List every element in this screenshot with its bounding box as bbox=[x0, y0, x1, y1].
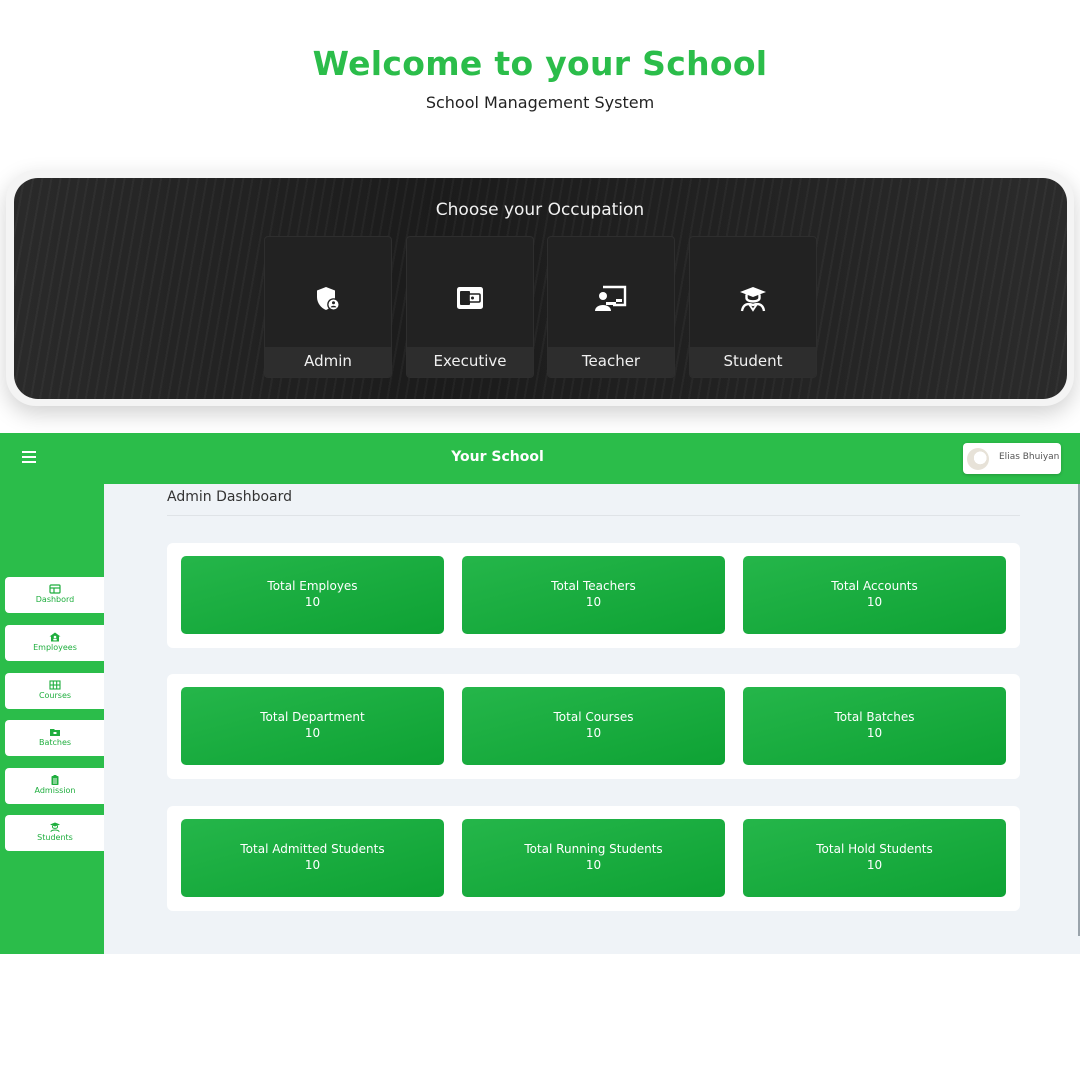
shield-user-icon bbox=[265, 284, 391, 314]
admission-clipboard-icon bbox=[51, 775, 59, 785]
stat-value: 10 bbox=[866, 858, 883, 872]
user-name: Elias Bhuiyan bbox=[999, 452, 1060, 462]
avatar bbox=[967, 448, 989, 470]
dashboard-icon bbox=[49, 584, 61, 594]
occupation-card-teacher[interactable]: Teacher bbox=[547, 236, 675, 378]
graduate-icon bbox=[690, 284, 816, 314]
students-cap-icon bbox=[50, 822, 60, 832]
occupation-card-admin[interactable]: Admin bbox=[264, 236, 392, 378]
hero-title: Welcome to your School bbox=[312, 44, 768, 83]
user-profile-button[interactable]: Elias Bhuiyan bbox=[963, 443, 1061, 474]
stat-card-teachers[interactable]: Total Teachers 10 bbox=[462, 556, 725, 634]
title-divider bbox=[167, 515, 1020, 516]
stat-card-courses[interactable]: Total Courses 10 bbox=[462, 687, 725, 765]
wallet-icon bbox=[407, 284, 533, 314]
stat-label: Total Teachers bbox=[551, 579, 636, 593]
sidebar-item-label: Courses bbox=[38, 691, 72, 700]
courses-grid-icon bbox=[49, 680, 61, 690]
occupation-title: Choose your Occupation bbox=[435, 200, 645, 220]
sidebar-item-courses[interactable]: Courses bbox=[5, 673, 108, 709]
occupation-label: Teacher bbox=[548, 347, 674, 377]
occupation-label: Admin bbox=[265, 347, 391, 377]
occupation-card-student[interactable]: Student bbox=[689, 236, 817, 378]
stat-card-running-students[interactable]: Total Running Students 10 bbox=[462, 819, 725, 897]
page: Welcome to your School School Management… bbox=[0, 0, 1080, 1080]
sidebar-item-dashboard[interactable]: Dashbord bbox=[5, 577, 108, 613]
sidebar-item-students[interactable]: Students bbox=[5, 815, 108, 851]
stat-card-accounts[interactable]: Total Accounts 10 bbox=[743, 556, 1006, 634]
stat-label: Total Courses bbox=[553, 710, 634, 724]
stat-card-employees[interactable]: Total Employes 10 bbox=[181, 556, 444, 634]
stat-value: 10 bbox=[866, 595, 883, 609]
stat-card-department[interactable]: Total Department 10 bbox=[181, 687, 444, 765]
stat-label: Total Admitted Students bbox=[240, 842, 385, 856]
sidebar-item-label: Students bbox=[37, 833, 73, 842]
stat-label: Total Hold Students bbox=[816, 842, 933, 856]
app-title: Your School bbox=[451, 449, 544, 465]
stat-value: 10 bbox=[304, 595, 321, 609]
occupation-label: Student bbox=[690, 347, 816, 377]
employees-icon bbox=[49, 632, 61, 642]
stat-card-batches[interactable]: Total Batches 10 bbox=[743, 687, 1006, 765]
stat-card-hold-students[interactable]: Total Hold Students 10 bbox=[743, 819, 1006, 897]
sidebar-item-admission[interactable]: Admission bbox=[5, 768, 108, 804]
sidebar bbox=[0, 484, 104, 954]
occupation-card-executive[interactable]: Executive bbox=[406, 236, 534, 378]
stat-value: 10 bbox=[304, 858, 321, 872]
page-title: Admin Dashboard bbox=[167, 489, 293, 505]
stat-label: Total Employes bbox=[267, 579, 358, 593]
sidebar-item-employees[interactable]: Employees bbox=[5, 625, 108, 661]
sidebar-item-label: Employees bbox=[33, 643, 77, 652]
sidebar-item-label: Admission bbox=[34, 786, 76, 795]
hero-subtitle: School Management System bbox=[425, 93, 655, 112]
stat-value: 10 bbox=[585, 726, 602, 740]
sidebar-item-label: Batches bbox=[38, 738, 72, 747]
stat-value: 10 bbox=[585, 595, 602, 609]
batches-folder-icon bbox=[50, 729, 60, 736]
stat-value: 10 bbox=[585, 858, 602, 872]
stat-card-admitted-students[interactable]: Total Admitted Students 10 bbox=[181, 819, 444, 897]
stat-label: Total Accounts bbox=[831, 579, 918, 593]
sidebar-item-batches[interactable]: Batches bbox=[5, 720, 108, 756]
occupation-label: Executive bbox=[407, 347, 533, 377]
teacher-board-icon bbox=[548, 284, 674, 314]
stat-label: Total Department bbox=[260, 710, 365, 724]
stat-value: 10 bbox=[866, 726, 883, 740]
stat-label: Total Batches bbox=[834, 710, 915, 724]
stat-value: 10 bbox=[304, 726, 321, 740]
sidebar-item-label: Dashbord bbox=[35, 595, 75, 604]
stat-label: Total Running Students bbox=[524, 842, 663, 856]
